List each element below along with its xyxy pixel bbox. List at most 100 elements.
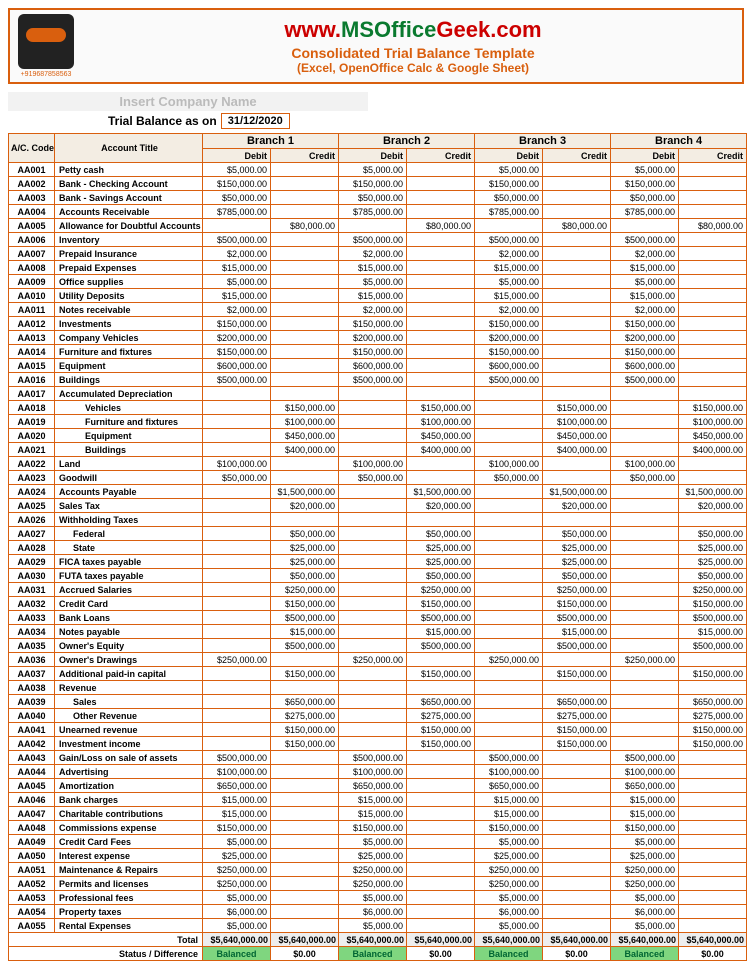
b3-debit[interactable]	[475, 611, 543, 625]
b1-debit[interactable]	[203, 415, 271, 429]
b1-credit[interactable]	[271, 233, 339, 247]
b3-debit[interactable]	[475, 723, 543, 737]
b2-debit[interactable]: $150,000.00	[339, 821, 407, 835]
b3-debit[interactable]: $2,000.00	[475, 247, 543, 261]
b1-debit[interactable]: $15,000.00	[203, 261, 271, 275]
b2-debit[interactable]	[339, 625, 407, 639]
b3-debit[interactable]: $15,000.00	[475, 261, 543, 275]
b3-credit[interactable]: $100,000.00	[543, 415, 611, 429]
b2-credit[interactable]: $20,000.00	[407, 499, 475, 513]
b4-debit[interactable]: $150,000.00	[611, 821, 679, 835]
b3-credit[interactable]	[543, 471, 611, 485]
b2-credit[interactable]: $25,000.00	[407, 541, 475, 555]
b2-debit[interactable]	[339, 737, 407, 751]
company-name-placeholder[interactable]: Insert Company Name	[8, 92, 368, 111]
b4-credit[interactable]	[679, 807, 747, 821]
b2-credit[interactable]: $500,000.00	[407, 639, 475, 653]
b4-credit[interactable]: $50,000.00	[679, 527, 747, 541]
b1-debit[interactable]	[203, 387, 271, 401]
b4-credit[interactable]	[679, 261, 747, 275]
b2-debit[interactable]	[339, 695, 407, 709]
b2-debit[interactable]	[339, 387, 407, 401]
b4-credit[interactable]	[679, 373, 747, 387]
b4-debit[interactable]	[611, 499, 679, 513]
b1-credit[interactable]	[271, 863, 339, 877]
b2-debit[interactable]	[339, 401, 407, 415]
b1-credit[interactable]	[271, 205, 339, 219]
b1-debit[interactable]: $250,000.00	[203, 877, 271, 891]
b2-credit[interactable]: $150,000.00	[407, 597, 475, 611]
b1-debit[interactable]	[203, 541, 271, 555]
b4-debit[interactable]	[611, 387, 679, 401]
b4-credit[interactable]: $150,000.00	[679, 737, 747, 751]
b1-credit[interactable]	[271, 303, 339, 317]
b3-credit[interactable]	[543, 191, 611, 205]
b2-credit[interactable]	[407, 849, 475, 863]
b4-debit[interactable]	[611, 709, 679, 723]
b3-credit[interactable]: $450,000.00	[543, 429, 611, 443]
b2-debit[interactable]	[339, 527, 407, 541]
b3-credit[interactable]	[543, 345, 611, 359]
b4-debit[interactable]: $650,000.00	[611, 779, 679, 793]
b3-debit[interactable]: $25,000.00	[475, 849, 543, 863]
b3-credit[interactable]: $15,000.00	[543, 625, 611, 639]
b1-credit[interactable]	[271, 191, 339, 205]
b1-debit[interactable]	[203, 709, 271, 723]
b4-credit[interactable]	[679, 653, 747, 667]
b3-credit[interactable]	[543, 457, 611, 471]
b3-debit[interactable]	[475, 667, 543, 681]
b3-credit[interactable]	[543, 359, 611, 373]
b4-debit[interactable]	[611, 555, 679, 569]
b2-debit[interactable]: $250,000.00	[339, 877, 407, 891]
b3-credit[interactable]: $50,000.00	[543, 527, 611, 541]
b2-debit[interactable]	[339, 499, 407, 513]
b1-debit[interactable]: $5,000.00	[203, 891, 271, 905]
b3-debit[interactable]	[475, 681, 543, 695]
b1-credit[interactable]: $100,000.00	[271, 415, 339, 429]
b3-credit[interactable]: $150,000.00	[543, 723, 611, 737]
b1-debit[interactable]	[203, 401, 271, 415]
b2-debit[interactable]: $6,000.00	[339, 905, 407, 919]
b2-credit[interactable]	[407, 891, 475, 905]
b4-debit[interactable]	[611, 401, 679, 415]
b2-debit[interactable]: $150,000.00	[339, 177, 407, 191]
b1-credit[interactable]: $1,500,000.00	[271, 485, 339, 499]
b4-debit[interactable]: $2,000.00	[611, 247, 679, 261]
b3-credit[interactable]	[543, 275, 611, 289]
b3-debit[interactable]	[475, 513, 543, 527]
b1-credit[interactable]	[271, 681, 339, 695]
b3-debit[interactable]: $250,000.00	[475, 653, 543, 667]
b3-debit[interactable]: $150,000.00	[475, 821, 543, 835]
b3-debit[interactable]: $600,000.00	[475, 359, 543, 373]
b1-debit[interactable]: $2,000.00	[203, 247, 271, 261]
b4-debit[interactable]	[611, 485, 679, 499]
b4-debit[interactable]: $500,000.00	[611, 233, 679, 247]
b1-credit[interactable]	[271, 765, 339, 779]
b2-debit[interactable]	[339, 681, 407, 695]
b1-credit[interactable]: $275,000.00	[271, 709, 339, 723]
b1-credit[interactable]: $500,000.00	[271, 611, 339, 625]
b3-credit[interactable]	[543, 303, 611, 317]
b2-credit[interactable]: $250,000.00	[407, 583, 475, 597]
b3-debit[interactable]	[475, 387, 543, 401]
b1-credit[interactable]: $150,000.00	[271, 401, 339, 415]
b1-debit[interactable]: $6,000.00	[203, 905, 271, 919]
b2-debit[interactable]	[339, 583, 407, 597]
b1-credit[interactable]	[271, 345, 339, 359]
b1-debit[interactable]	[203, 639, 271, 653]
b2-debit[interactable]	[339, 443, 407, 457]
b4-credit[interactable]: $100,000.00	[679, 415, 747, 429]
b1-credit[interactable]	[271, 793, 339, 807]
b4-debit[interactable]	[611, 527, 679, 541]
b2-credit[interactable]: $80,000.00	[407, 219, 475, 233]
b4-credit[interactable]	[679, 751, 747, 765]
b2-credit[interactable]	[407, 387, 475, 401]
b3-credit[interactable]	[543, 317, 611, 331]
b4-debit[interactable]	[611, 541, 679, 555]
b2-debit[interactable]: $600,000.00	[339, 359, 407, 373]
b2-debit[interactable]: $500,000.00	[339, 373, 407, 387]
b4-debit[interactable]: $100,000.00	[611, 457, 679, 471]
b3-debit[interactable]: $50,000.00	[475, 191, 543, 205]
b4-debit[interactable]	[611, 625, 679, 639]
b1-credit[interactable]: $400,000.00	[271, 443, 339, 457]
